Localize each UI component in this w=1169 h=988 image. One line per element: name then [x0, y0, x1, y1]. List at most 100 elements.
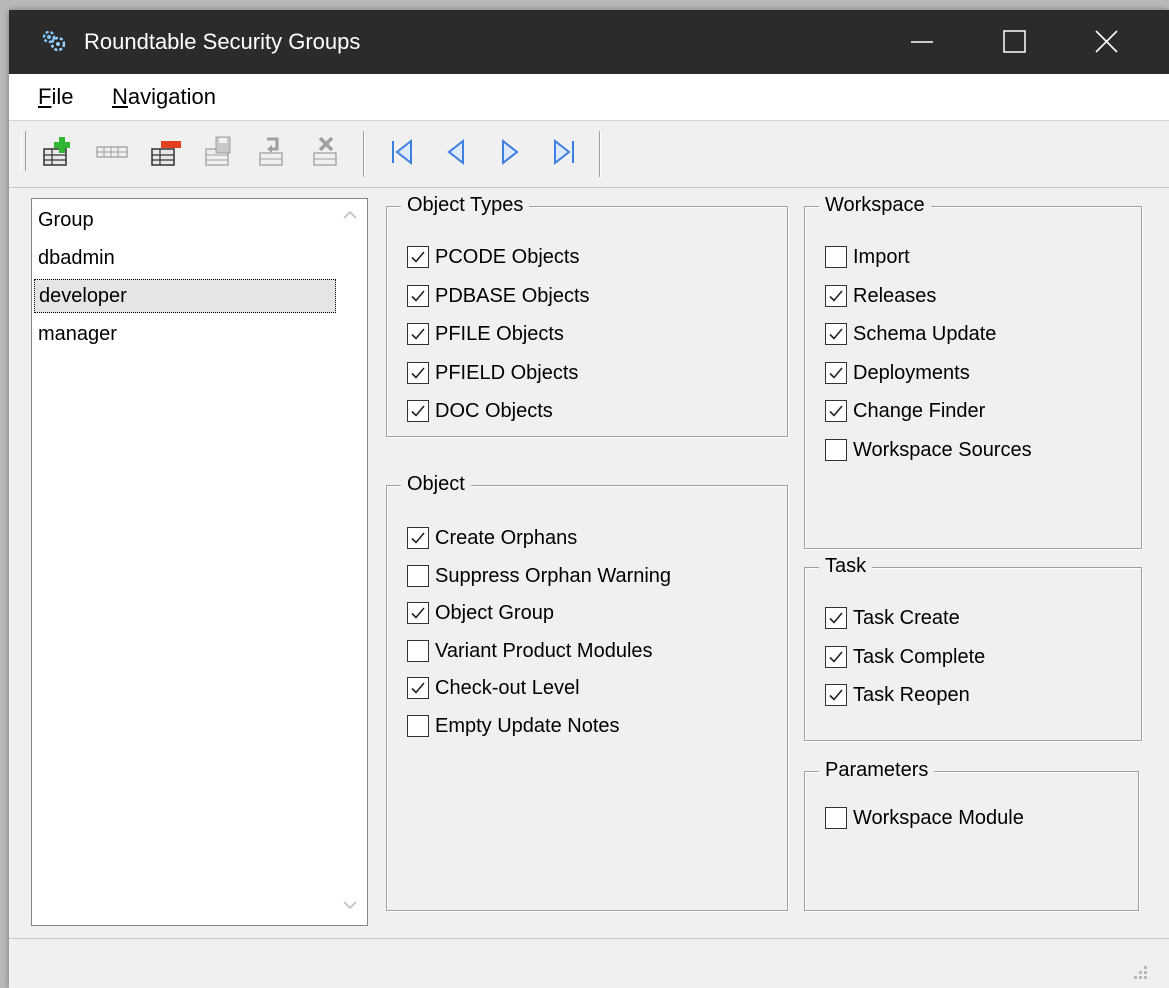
- minimize-button[interactable]: [877, 10, 969, 74]
- chevron-down-icon: [343, 901, 357, 910]
- status-bar: [9, 938, 1169, 988]
- rename-button[interactable]: [95, 135, 129, 169]
- close-button[interactable]: [1061, 10, 1153, 74]
- checkbox-label: Check-out Level: [435, 677, 580, 699]
- object-group: Object Create Orphans Suppress Orphan War…: [386, 470, 788, 911]
- checkmark-icon: [829, 689, 843, 701]
- checkbox-label: Object Group: [435, 602, 554, 624]
- list-item-selected[interactable]: developer: [34, 279, 336, 313]
- checkbox[interactable]: [407, 602, 429, 624]
- checkbox-label: Deployments: [853, 362, 970, 384]
- title-bar[interactable]: Roundtable Security Groups: [9, 10, 1169, 74]
- task-title: Task: [819, 552, 873, 580]
- checkmark-icon: [829, 651, 843, 663]
- checkmark-icon: [829, 290, 843, 302]
- list-item[interactable]: Group: [34, 203, 336, 237]
- list-item[interactable]: manager: [34, 317, 336, 351]
- checkbox[interactable]: [407, 640, 429, 662]
- checkbox-label: Schema Update: [853, 323, 997, 345]
- maximize-icon: [1003, 30, 1026, 53]
- task-group: Task Task Create Task Complete Task Reopen: [804, 552, 1142, 741]
- toolbar-separator: [599, 131, 601, 177]
- checkmark-icon: [829, 405, 843, 417]
- checkbox-label: Task Complete: [853, 646, 986, 668]
- next-record-icon: [502, 138, 519, 166]
- group-list[interactable]: Group dbadmin developer manager: [31, 198, 368, 926]
- checkmark-icon: [829, 612, 843, 624]
- checkbox-label: Create Orphans: [435, 527, 578, 549]
- checkbox[interactable]: [407, 677, 429, 699]
- scroll-down-button[interactable]: [340, 895, 360, 915]
- cancel-icon: [313, 136, 337, 166]
- save-icon: [205, 136, 231, 166]
- scroll-up-button[interactable]: [340, 205, 360, 225]
- toolbar-separator: [363, 131, 365, 177]
- checkbox[interactable]: [825, 246, 847, 268]
- object-types-group: Object Types PCODE Objects PDBASE Objects…: [386, 191, 788, 437]
- checkbox[interactable]: [825, 285, 847, 307]
- parameters-title: Parameters: [819, 756, 935, 784]
- checkbox[interactable]: [825, 323, 847, 345]
- previous-record-button[interactable]: [439, 135, 473, 169]
- close-icon: [1095, 30, 1118, 53]
- first-record-button[interactable]: [385, 135, 419, 169]
- resize-grip-icon[interactable]: [1131, 963, 1149, 981]
- delete-group-button[interactable]: [149, 135, 183, 169]
- checkbox[interactable]: [407, 527, 429, 549]
- checkbox[interactable]: [825, 646, 847, 668]
- security-groups-window: Roundtable Security Groups File Navigati…: [9, 10, 1169, 988]
- chevron-up-icon: [343, 210, 357, 219]
- checkbox-label: Workspace Module: [853, 807, 1024, 829]
- checkbox[interactable]: [407, 400, 429, 422]
- checkmark-icon: [411, 682, 425, 694]
- checkbox[interactable]: [825, 684, 847, 706]
- checkbox[interactable]: [825, 807, 847, 829]
- checkbox-label: Variant Product Modules: [435, 640, 653, 662]
- checkmark-icon: [411, 290, 425, 302]
- checkbox-label: PFIELD Objects: [435, 362, 579, 384]
- cancel-button[interactable]: [311, 135, 345, 169]
- last-record-button[interactable]: [547, 135, 581, 169]
- checkbox-label: PDBASE Objects: [435, 285, 590, 307]
- checkbox[interactable]: [407, 285, 429, 307]
- checkbox[interactable]: [407, 323, 429, 345]
- workspace-title: Workspace: [819, 191, 931, 219]
- checkmark-icon: [411, 607, 425, 619]
- checkbox[interactable]: [407, 565, 429, 587]
- toolbar-grip[interactable]: [21, 131, 26, 171]
- add-group-button[interactable]: [41, 135, 75, 169]
- menu-file[interactable]: File: [38, 84, 73, 110]
- object-title: Object: [401, 470, 471, 498]
- checkmark-icon: [411, 405, 425, 417]
- rename-icon: [96, 146, 128, 158]
- window-title: Roundtable Security Groups: [84, 29, 361, 54]
- checkbox-label: PFILE Objects: [435, 323, 564, 345]
- checkbox[interactable]: [825, 439, 847, 461]
- checkbox-label: Task Create: [853, 607, 960, 629]
- checkmark-icon: [411, 251, 425, 263]
- checkbox[interactable]: [407, 362, 429, 384]
- save-button[interactable]: [203, 135, 237, 169]
- checkbox-label: Releases: [853, 285, 937, 307]
- menu-navigation[interactable]: Navigation: [112, 84, 216, 110]
- last-record-icon: [554, 138, 574, 166]
- toolbar: [9, 120, 1169, 188]
- checkbox-label: Import: [853, 246, 910, 268]
- checkbox-label: Task Reopen: [853, 684, 970, 706]
- checkbox[interactable]: [825, 607, 847, 629]
- checkbox-label: Suppress Orphan Warning: [435, 565, 672, 587]
- object-types-title: Object Types: [401, 191, 530, 219]
- checkbox[interactable]: [825, 362, 847, 384]
- previous-record-icon: [447, 138, 464, 166]
- checkbox[interactable]: [825, 400, 847, 422]
- maximize-button[interactable]: [969, 10, 1061, 74]
- parameters-group: Parameters Workspace Module: [804, 756, 1139, 911]
- checkbox-label: PCODE Objects: [435, 246, 580, 268]
- list-item[interactable]: dbadmin: [34, 241, 336, 275]
- delete-icon: [151, 141, 181, 166]
- checkbox-label: Empty Update Notes: [435, 715, 620, 737]
- checkbox[interactable]: [407, 715, 429, 737]
- next-record-button[interactable]: [493, 135, 527, 169]
- checkbox[interactable]: [407, 246, 429, 268]
- undo-button[interactable]: [257, 135, 291, 169]
